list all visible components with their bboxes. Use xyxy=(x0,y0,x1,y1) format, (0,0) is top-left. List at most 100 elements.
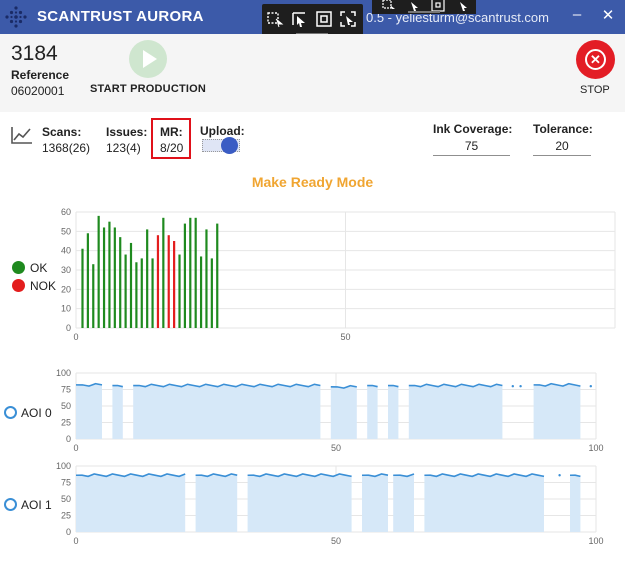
aoi-line-segment xyxy=(424,473,545,478)
mode-title: Make Ready Mode xyxy=(251,174,374,190)
snip-toolbar xyxy=(262,4,363,38)
aoi-point xyxy=(558,474,561,477)
bar-ok xyxy=(210,258,213,328)
bar-ok xyxy=(113,227,116,328)
aoi-line-segment xyxy=(367,384,378,388)
ok-legend-label: OK xyxy=(30,261,48,275)
issues-value: 123(4) xyxy=(106,141,141,155)
bar-ok xyxy=(178,254,181,328)
start-production-button[interactable] xyxy=(129,40,167,78)
stop-label[interactable]: STOP xyxy=(580,84,610,96)
y-tick-label: 40 xyxy=(61,246,71,256)
snip-fullscreen-icon[interactable] xyxy=(455,0,469,12)
minimize-button[interactable]: – xyxy=(568,6,586,26)
aoi-area-segment xyxy=(112,385,123,439)
y-tick-label: 60 xyxy=(61,207,71,217)
upload-toggle-knob[interactable] xyxy=(221,137,238,154)
y-tick-label: 50 xyxy=(61,226,71,236)
aoi-line-segment xyxy=(387,384,399,388)
aoi-area-segment xyxy=(424,475,544,532)
y-tick-label: 100 xyxy=(56,461,71,471)
snip-freeform-icon[interactable] xyxy=(382,0,396,12)
aoi-line-segment xyxy=(112,384,123,388)
y-tick-label: 75 xyxy=(61,385,71,395)
bar-ok xyxy=(119,237,122,328)
bar-ok xyxy=(146,229,149,328)
bar-ok xyxy=(81,248,84,328)
upload-label: Upload: xyxy=(200,124,245,138)
x-tick-label: 50 xyxy=(340,332,350,342)
stats-row: Scans: 1368(26) Issues: 123(4) MR: 8/20 … xyxy=(0,112,625,166)
ok-legend-dot xyxy=(12,261,25,274)
scans-value: 1368(26) xyxy=(42,141,91,155)
bar-ok xyxy=(129,242,133,328)
bar-ok xyxy=(205,229,208,328)
aoi-line-segment xyxy=(133,383,321,388)
bar-ok xyxy=(108,221,111,328)
bar-ok xyxy=(97,215,100,328)
aoi-area-segment xyxy=(195,475,238,532)
y-tick-label: 20 xyxy=(61,284,71,294)
nok-legend-dot xyxy=(12,279,25,292)
aoi-line-segment xyxy=(361,473,389,478)
snip-cursor-icon[interactable] xyxy=(290,10,308,28)
aoi-point xyxy=(511,385,514,388)
aoi-area-segment xyxy=(330,386,357,439)
aoi-line-segment xyxy=(408,383,503,388)
aoi-1-label: AOI 1 xyxy=(21,498,52,512)
aoi-1-toggle[interactable] xyxy=(4,498,17,511)
x-tick-label: 0 xyxy=(73,536,78,546)
y-tick-label: 25 xyxy=(61,511,71,521)
stop-button[interactable]: ✕ xyxy=(576,40,615,79)
start-production-label[interactable]: START PRODUCTION xyxy=(90,83,206,95)
snip-freeform-icon[interactable] xyxy=(266,10,284,28)
line-chart-icon xyxy=(11,127,32,144)
bar-ok xyxy=(199,256,203,328)
ink-coverage-label: Ink Coverage: xyxy=(433,122,513,136)
bar-nok xyxy=(156,235,160,328)
aoi-0-toggle[interactable] xyxy=(4,406,17,419)
aoi-area-segment xyxy=(408,385,503,439)
aoi-area-segment xyxy=(367,385,378,439)
aoi-line-segment xyxy=(569,474,581,478)
snip-window-icon[interactable] xyxy=(315,10,333,28)
aoi-line-segment xyxy=(75,382,103,387)
close-window-button[interactable]: ✕ xyxy=(599,6,617,26)
bar-ok xyxy=(183,223,186,328)
production-header: 3184 Reference 06020001 START PRODUCTION… xyxy=(0,34,625,112)
bar-ok xyxy=(102,227,106,328)
reference-label: Reference xyxy=(11,68,70,82)
tolerance-label: Tolerance: xyxy=(533,122,593,136)
bar-ok xyxy=(216,223,219,328)
aoi-area-segment xyxy=(570,475,581,532)
y-tick-label: 0 xyxy=(66,434,71,444)
bar-ok xyxy=(86,233,89,328)
mr-value: 8/20 xyxy=(160,141,184,155)
snip-toolbar-grip[interactable] xyxy=(408,11,440,13)
x-tick-label: 100 xyxy=(588,443,603,453)
aoi-area-segment xyxy=(247,475,352,532)
aoi-line-segment xyxy=(195,473,238,478)
ink-coverage-input[interactable] xyxy=(433,136,510,156)
aoi-area-segment xyxy=(362,475,388,532)
y-tick-label: 100 xyxy=(56,368,71,378)
aoi-area-segment xyxy=(76,475,186,532)
x-tick-label: 50 xyxy=(331,443,341,453)
bar-ok xyxy=(140,258,143,328)
snip-fullscreen-icon[interactable] xyxy=(339,10,357,28)
x-tick-label: 0 xyxy=(73,443,78,453)
bar-ok xyxy=(194,217,197,328)
aoi-area-segment xyxy=(388,385,399,439)
bar-ok xyxy=(135,262,138,328)
reference-value: 06020001 xyxy=(11,84,65,98)
tolerance-input[interactable] xyxy=(533,136,591,156)
y-tick-label: 0 xyxy=(66,323,71,333)
x-tick-label: 100 xyxy=(588,536,603,546)
aoi-line-segment xyxy=(330,384,357,389)
close-circle-icon: ✕ xyxy=(585,49,606,70)
y-tick-label: 25 xyxy=(61,418,71,428)
bar-ok xyxy=(92,264,95,328)
y-tick-label: 75 xyxy=(61,478,71,488)
aoi-area-segment xyxy=(533,384,581,439)
bar-ok xyxy=(162,217,165,328)
